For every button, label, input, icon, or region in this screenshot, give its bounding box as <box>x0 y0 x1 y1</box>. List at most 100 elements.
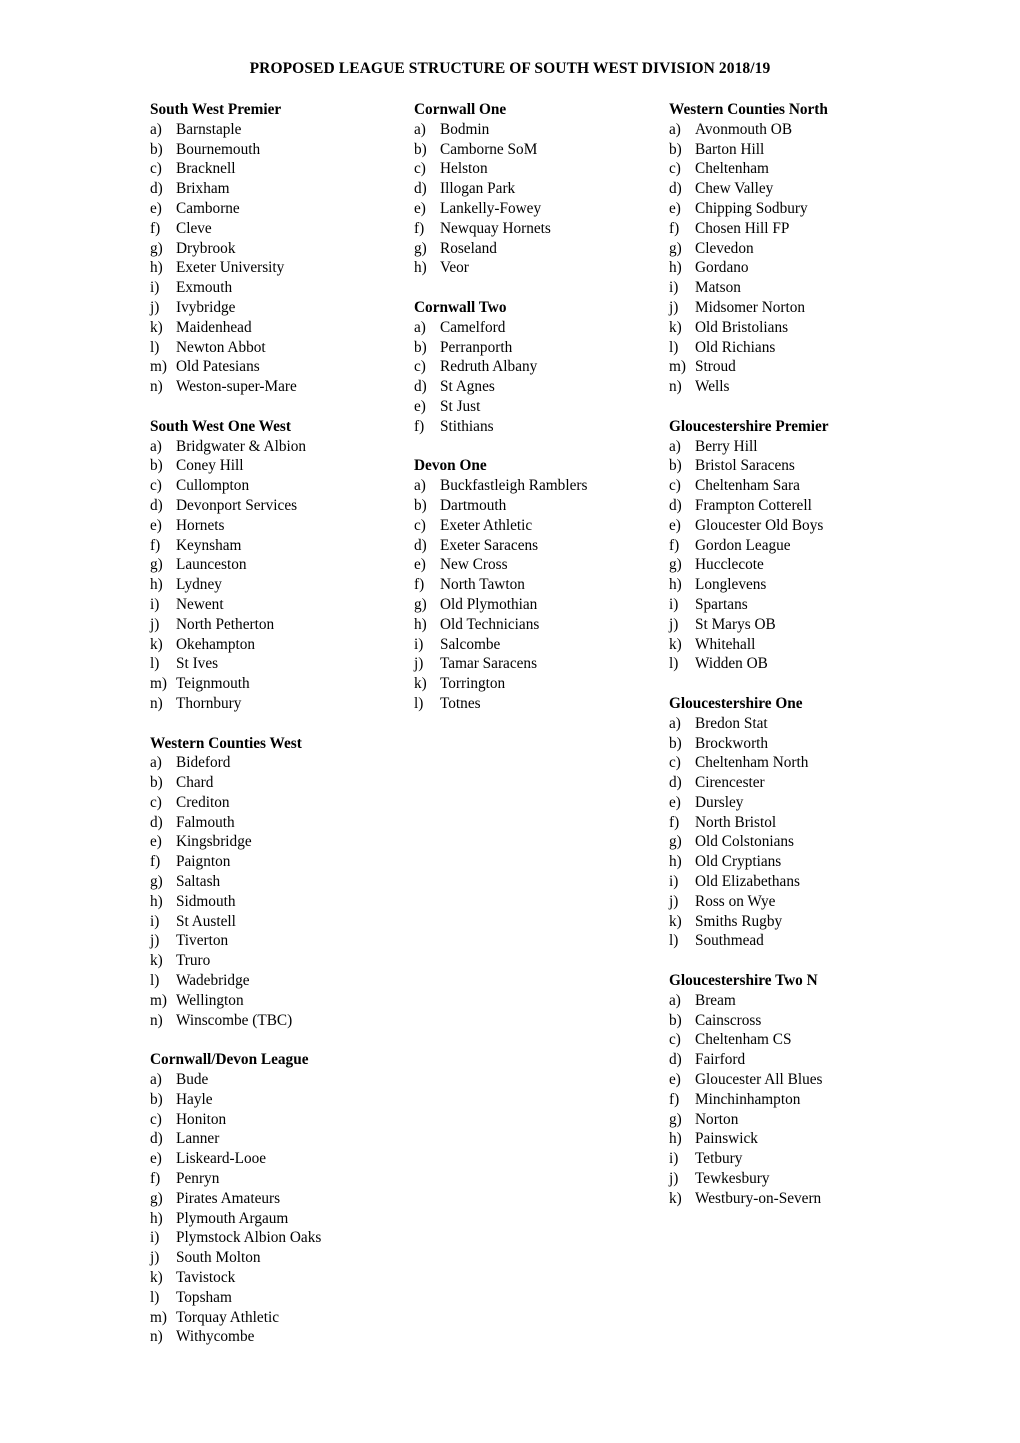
list-item: e) Gloucester All Blues <box>669 1070 969 1090</box>
list-item: m) Old Patesians <box>150 357 412 377</box>
list-item-marker: l) <box>669 932 679 950</box>
club-name: North Petherton <box>176 615 275 633</box>
list-item-marker: f) <box>669 219 680 237</box>
list-item: l) Totnes <box>414 694 664 714</box>
club-name: Cheltenham North <box>695 754 809 772</box>
list-item-marker: c) <box>669 754 681 772</box>
list-item: a) Buckfastleigh Ramblers <box>414 476 664 496</box>
list-item-marker: a) <box>669 714 681 732</box>
list-item: b) Dartmouth <box>414 496 664 516</box>
club-name: Gordon League <box>695 536 791 554</box>
list-item: a) Bude <box>150 1070 412 1090</box>
list-item-marker: h) <box>150 259 163 277</box>
list-item-marker: j) <box>150 615 160 633</box>
list-item: a) Bideford <box>150 753 412 773</box>
list-item: e) Lankelly-Fowey <box>414 199 664 219</box>
club-name: Old Bristolians <box>695 318 789 336</box>
club-name: Old Patesians <box>176 358 260 376</box>
list-item: c) Cheltenham <box>669 159 969 179</box>
club-name: Fairford <box>695 1051 746 1069</box>
list-item-marker: g) <box>414 595 427 613</box>
list-item: k) Whitehall <box>669 635 969 655</box>
list-item: b) Cainscross <box>669 1011 969 1031</box>
list-item: l) St Ives <box>150 654 412 674</box>
list-item-marker: e) <box>414 556 426 574</box>
league-block: Gloucestershire One a) Bredon Stat b) Brockw… <box>669 694 969 951</box>
list-item-marker: i) <box>150 279 160 297</box>
list-item: d) Brixham <box>150 179 412 199</box>
list-item: d) Lanner <box>150 1129 412 1149</box>
club-name: Ivybridge <box>176 298 236 316</box>
list-item-marker: g) <box>150 239 163 257</box>
list-item-marker: h) <box>669 576 682 594</box>
list-item: b) Perranporth <box>414 338 664 358</box>
list-item: h) Plymouth Argaum <box>150 1209 412 1229</box>
league-block: Cornwall Two a) Camelford b) Perranporth c) Re… <box>414 298 664 437</box>
list-item-marker: b) <box>414 140 427 158</box>
list-item: a) Berry Hill <box>669 437 969 457</box>
league-block: Western Counties North a) Avonmouth OB b) Ba… <box>669 100 969 397</box>
list-item: b) Bristol Saracens <box>669 456 969 476</box>
list-item: a) Avonmouth OB <box>669 120 969 140</box>
list-item-marker: g) <box>669 833 682 851</box>
list-item: j) Tewkesbury <box>669 1169 969 1189</box>
club-name: Devonport Services <box>176 496 298 514</box>
league-title: Cornwall One <box>414 101 507 118</box>
list-item: i) Newent <box>150 595 412 615</box>
club-name: New Cross <box>440 556 508 574</box>
list-item-marker: b) <box>414 496 427 514</box>
list-item: k) Maidenhead <box>150 318 412 338</box>
list-item-marker: b) <box>150 774 163 792</box>
list-item-marker: a) <box>150 437 162 455</box>
list-item-marker: d) <box>150 180 163 198</box>
club-name: Bracknell <box>176 160 236 178</box>
list-item-marker: i) <box>669 595 679 613</box>
list-item: j) Tamar Saracens <box>414 654 664 674</box>
list-item-marker: i) <box>414 635 424 653</box>
club-name: Gordano <box>695 259 749 277</box>
document-page: PROPOSED LEAGUE STRUCTURE OF SOUTH WEST … <box>0 0 1020 1443</box>
club-name: Barnstaple <box>176 120 242 138</box>
list-item-marker: c) <box>414 358 426 376</box>
list-item-marker: f) <box>414 576 425 594</box>
club-name: Pirates Amateurs <box>176 1189 281 1207</box>
club-name: Lanner <box>176 1130 220 1148</box>
list-item: g) Clevedon <box>669 239 969 259</box>
list-item: i) Old Elizabethans <box>669 872 969 892</box>
club-list: a) Bideford b) Chard c) Crediton d) Falmouth e) K… <box>150 753 412 1030</box>
list-item-marker: f) <box>669 536 680 554</box>
list-item: b) Bournemouth <box>150 140 412 160</box>
club-name: Newent <box>176 595 224 613</box>
club-list: a) Bream b) Cainscross c) Cheltenham CS d) Fair… <box>669 991 969 1209</box>
list-item: j) Ross on Wye <box>669 892 969 912</box>
list-item: e) Kingsbridge <box>150 832 412 852</box>
club-name: North Bristol <box>695 813 777 831</box>
league-block: Devon One a) Buckfastleigh Ramblers b) Dartm… <box>414 456 664 713</box>
list-item: b) Coney Hill <box>150 456 412 476</box>
list-item-marker: a) <box>414 120 426 138</box>
list-item: a) Bridgwater & Albion <box>150 437 412 457</box>
club-name: St Austell <box>176 912 236 930</box>
club-name: Matson <box>695 279 741 297</box>
list-item: h) Lydney <box>150 575 412 595</box>
list-item: i) Spartans <box>669 595 969 615</box>
club-name: Frampton Cotterell <box>695 496 812 514</box>
club-name: Salcombe <box>440 635 501 653</box>
list-item: n) Withycombe <box>150 1327 412 1347</box>
club-list: a) Bodmin b) Camborne SoM c) Helston d) Illogan… <box>414 120 664 278</box>
club-name: Stithians <box>440 417 494 435</box>
club-name: Hucclecote <box>695 556 764 574</box>
club-name: Truro <box>176 952 211 970</box>
list-item-marker: h) <box>150 892 163 910</box>
list-item-marker: b) <box>150 1090 163 1108</box>
league-title: Gloucestershire Premier <box>669 417 829 435</box>
list-item: c) Exeter Athletic <box>414 516 664 536</box>
list-item: l) Topsham <box>150 1288 412 1308</box>
league-title: Devon One <box>414 457 487 475</box>
list-item: k) Okehampton <box>150 635 412 655</box>
list-item: f) Chosen Hill FP <box>669 219 969 239</box>
club-list: a) Barnstaple b) Bournemouth c) Bracknell d) Br… <box>150 120 412 397</box>
list-item-marker: g) <box>669 1110 682 1128</box>
list-item: i) Matson <box>669 278 969 298</box>
list-item-marker: h) <box>669 1130 682 1148</box>
